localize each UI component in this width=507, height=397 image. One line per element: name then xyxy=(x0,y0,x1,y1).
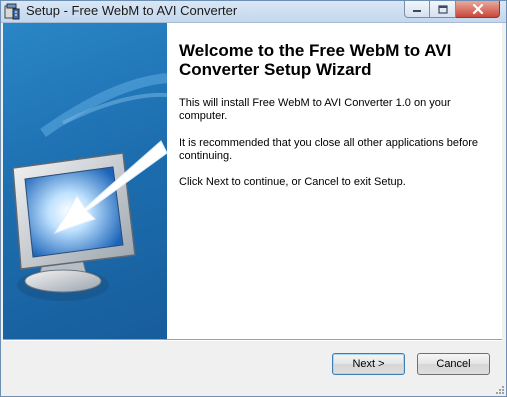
wizard-banner xyxy=(3,23,167,339)
button-bar-divider xyxy=(3,339,502,341)
install-info-text: This will install Free WebM to AVI Conve… xyxy=(179,97,451,122)
close-apps-text: It is recommended that you close all oth… xyxy=(179,137,478,162)
resize-grip-icon[interactable] xyxy=(493,383,505,395)
minimize-icon xyxy=(413,10,421,12)
maximize-icon xyxy=(437,4,448,14)
title-bar[interactable]: Setup - Free WebM to AVI Converter xyxy=(1,1,506,23)
wizard-heading: Welcome to the Free WebM to AVI Converte… xyxy=(179,41,452,79)
close-button[interactable] xyxy=(456,1,500,18)
wizard-body: Welcome to the Free WebM to AVI Converte… xyxy=(1,23,506,396)
window-controls xyxy=(404,1,500,19)
close-icon xyxy=(472,4,483,14)
continue-instructions-text: Click Next to continue, or Cancel to exi… xyxy=(179,176,406,188)
next-button[interactable]: Next > xyxy=(332,353,405,375)
window-title: Setup - Free WebM to AVI Converter xyxy=(26,3,238,18)
maximize-button[interactable] xyxy=(430,1,456,18)
minimize-button[interactable] xyxy=(404,1,430,18)
setup-window: Setup - Free WebM to AVI Converter Welco… xyxy=(0,0,507,397)
computer-monitor-arrow-icon xyxy=(12,73,167,301)
setup-app-icon xyxy=(4,3,20,20)
cancel-button[interactable]: Cancel xyxy=(417,353,490,375)
wizard-content: Welcome to the Free WebM to AVI Converte… xyxy=(167,23,502,339)
